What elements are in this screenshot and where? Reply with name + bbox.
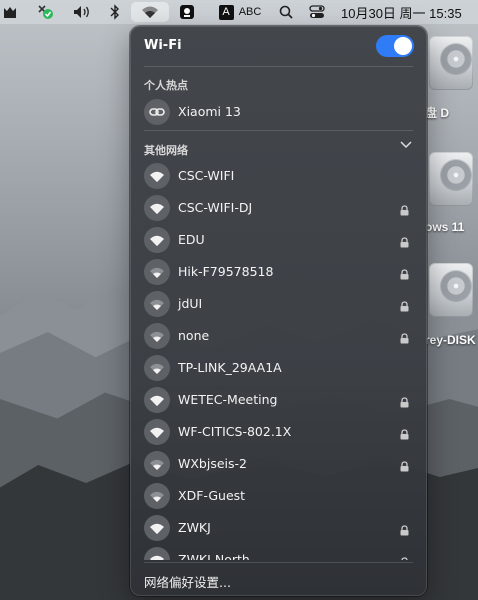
search-icon[interactable]: [278, 0, 294, 24]
divider: [144, 130, 413, 131]
network-name: WF-CITICS-802.1X: [178, 424, 292, 439]
desktop-drive[interactable]: rey-DISK: [425, 263, 478, 353]
wifi-signal-icon: [144, 387, 170, 413]
menu-bar: A ABC 10月30日 周一 15:35: [0, 0, 478, 24]
link-icon: [144, 99, 170, 125]
network-name: ZWKJ: [178, 520, 211, 535]
lock-icon: [400, 329, 409, 348]
divider: [144, 66, 413, 67]
control-center-icon[interactable]: [308, 0, 326, 24]
desktop-drive[interactable]: 盘 D: [425, 36, 478, 126]
hard-drive-icon: [429, 36, 473, 90]
toggle-knob: [394, 37, 412, 55]
ghost-app-icon[interactable]: [178, 0, 196, 24]
network-row[interactable]: EDU: [130, 222, 427, 254]
lock-icon: [400, 457, 409, 476]
wifi-title: Wi-Fi: [144, 38, 182, 53]
network-name: EDU: [178, 232, 205, 247]
input-method-text: ABC: [238, 6, 262, 18]
bluetooth-icon[interactable]: [108, 0, 122, 24]
hotspot-header: 个人热点: [144, 79, 188, 92]
wifi-signal-icon: [144, 163, 170, 189]
lock-icon: [400, 297, 409, 316]
cat-icon[interactable]: [0, 0, 20, 24]
hotspot-row[interactable]: Xiaomi 13: [130, 94, 427, 126]
drive-label: rey-DISK: [425, 333, 476, 347]
hotspot-name: Xiaomi 13: [178, 104, 241, 119]
network-row[interactable]: ZWKJ: [130, 510, 427, 542]
network-name: jdUI: [178, 296, 203, 311]
network-name: TP-LINK_29AA1A: [178, 360, 282, 375]
network-row[interactable]: Hik-F79578518: [130, 254, 427, 286]
wifi-signal-icon: [144, 323, 170, 349]
network-row[interactable]: WETEC-Meeting: [130, 382, 427, 414]
wifi-signal-icon: [144, 451, 170, 477]
divider: [144, 562, 413, 563]
network-row[interactable]: XDF-Guest: [130, 478, 427, 510]
network-name: WXbjseis-2: [178, 456, 247, 471]
clock[interactable]: 10月30日 周一 15:35: [341, 0, 478, 24]
hard-drive-icon: [429, 152, 473, 206]
network-row[interactable]: ZWKJ-North: [130, 542, 427, 560]
wifi-signal-icon: [144, 227, 170, 253]
hard-drive-icon: [429, 263, 473, 317]
network-name: ZWKJ-North: [178, 552, 250, 560]
network-preferences-link[interactable]: 网络偏好设置...: [144, 572, 231, 591]
lock-icon: [400, 265, 409, 284]
input-badge-label: A: [218, 4, 234, 20]
desktop-drive[interactable]: ows 11: [425, 152, 478, 242]
wifi-signal-icon: [144, 483, 170, 509]
lock-icon: [400, 553, 409, 560]
lock-icon: [400, 233, 409, 252]
network-row[interactable]: none: [130, 318, 427, 350]
lock-icon: [400, 393, 409, 412]
network-name: CSC-WIFI: [178, 168, 235, 183]
input-method-badge[interactable]: A: [218, 0, 234, 24]
input-method-label[interactable]: ABC: [237, 0, 263, 24]
wifi-signal-icon: [144, 291, 170, 317]
network-name: CSC-WIFI-DJ: [178, 200, 253, 215]
wifi-signal-icon: [144, 259, 170, 285]
network-row[interactable]: CSC-WIFI: [130, 158, 427, 190]
network-row[interactable]: CSC-WIFI-DJ: [130, 190, 427, 222]
wifi-signal-icon: [144, 355, 170, 381]
wifi-menu-icon[interactable]: [131, 2, 169, 22]
checkmark-icon[interactable]: [34, 0, 56, 24]
network-row[interactable]: TP-LINK_29AA1A: [130, 350, 427, 382]
chevron-down-icon[interactable]: [400, 141, 412, 149]
network-name: none: [178, 328, 210, 343]
wifi-signal-icon: [144, 419, 170, 445]
wifi-signal-icon: [144, 195, 170, 221]
network-name: WETEC-Meeting: [178, 392, 278, 407]
network-row[interactable]: WF-CITICS-802.1X: [130, 414, 427, 446]
network-row[interactable]: jdUI: [130, 286, 427, 318]
lock-icon: [400, 425, 409, 444]
network-name: XDF-Guest: [178, 488, 246, 503]
wifi-toggle[interactable]: [376, 35, 414, 57]
drive-label: 盘 D: [425, 106, 450, 120]
other-networks-header: 其他网络: [144, 144, 188, 157]
datetime-text: 10月30日 周一 15:35: [341, 5, 462, 21]
lock-icon: [400, 201, 409, 220]
network-list: CSC-WIFI CSC-WIFI-DJ EDU Hik-F79578518 jdUI n…: [130, 158, 427, 560]
volume-icon[interactable]: [72, 0, 92, 24]
network-row[interactable]: WXbjseis-2: [130, 446, 427, 478]
network-name: Hik-F79578518: [178, 264, 274, 279]
wifi-signal-icon: [144, 547, 170, 560]
wifi-panel: Wi-Fi 个人热点 Xiaomi 13 其他网络 CSC-WIFI CSC-WI…: [130, 26, 427, 596]
wifi-signal-icon: [144, 515, 170, 541]
lock-icon: [400, 521, 409, 540]
drive-label: ows 11: [425, 220, 465, 234]
